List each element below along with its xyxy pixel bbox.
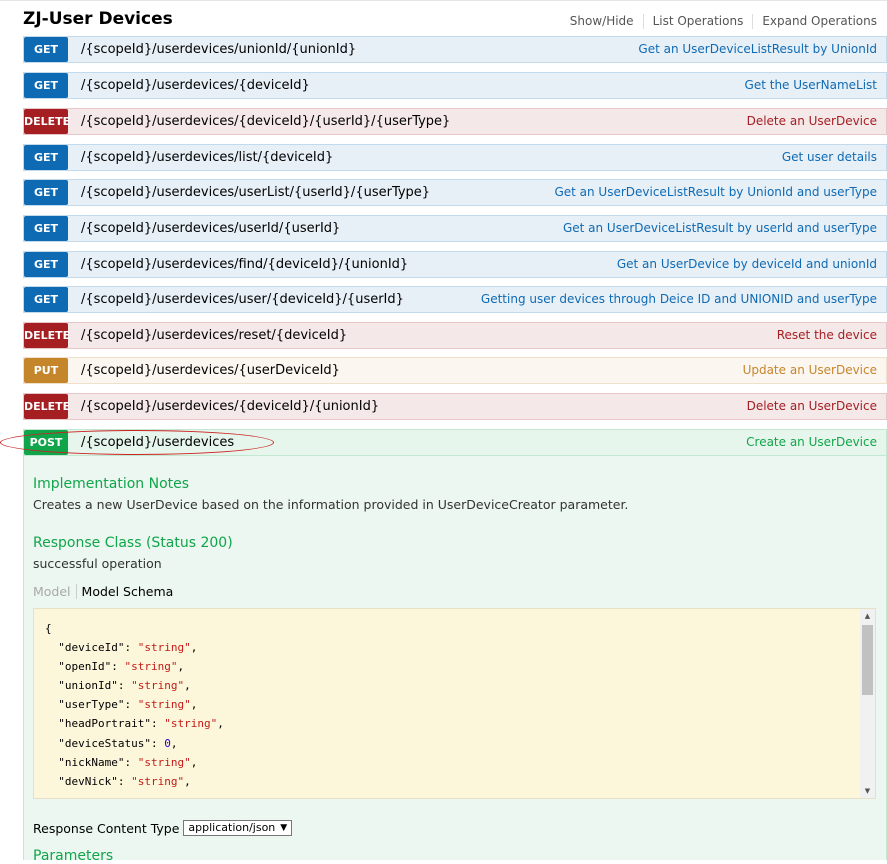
operation-row[interactable]: GET /{scopeId}/userdevices/userId/{userI… xyxy=(23,215,887,242)
scroll-thumb[interactable] xyxy=(862,625,873,695)
operation-path[interactable]: /{scopeId}/userdevices/user/{deviceId}/{… xyxy=(81,287,404,312)
response-content-type-select[interactable]: application/json ▼ xyxy=(183,820,293,836)
operation-path[interactable]: /{scopeId}/userdevices/{deviceId}/{union… xyxy=(81,394,379,419)
schema-line: "userType": "string", xyxy=(58,698,198,712)
operation-path[interactable]: /{scopeId}/userdevices/find/{deviceId}/{… xyxy=(81,252,408,277)
operation-details: Implementation Notes Creates a new UserD… xyxy=(23,456,887,864)
operation-row[interactable]: GET /{scopeId}/userdevices/list/{deviceI… xyxy=(23,144,887,171)
select-value: application/json xyxy=(188,821,276,834)
header-links: Show/Hide List Operations Expand Operati… xyxy=(570,14,877,29)
schema-line: { xyxy=(45,622,52,635)
operation-path[interactable]: /{scopeId}/userdevices/userList/{userId}… xyxy=(81,180,430,205)
method-badge[interactable]: POST xyxy=(24,430,68,455)
operation-summary[interactable]: Get an UserDeviceListResult by UnionId xyxy=(638,37,877,62)
method-badge[interactable]: GET xyxy=(24,180,68,205)
operation-row[interactable]: GET /{scopeId}/userdevices/user/{deviceI… xyxy=(23,286,887,313)
caret-down-icon: ▼ xyxy=(280,823,288,833)
implementation-notes-text: Creates a new UserDevice based on the in… xyxy=(33,497,629,512)
operation-row[interactable]: GET /{scopeId}/userdevices/unionId/{unio… xyxy=(23,36,887,63)
parameters-heading: Parameters xyxy=(33,848,114,864)
operation-path[interactable]: /{scopeId}/userdevices/userId/{userId} xyxy=(81,216,340,241)
operation-path[interactable]: /{scopeId}/userdevices/list/{deviceId} xyxy=(81,145,333,170)
operation-path[interactable]: /{scopeId}/userdevices/reset/{deviceId} xyxy=(81,323,347,348)
method-badge[interactable]: GET xyxy=(24,287,68,312)
method-badge[interactable]: GET xyxy=(24,73,68,98)
operation-path[interactable]: /{scopeId}/userdevices/{userDeviceId} xyxy=(81,358,340,383)
schema-line: "deviceStatus": 0, xyxy=(58,736,178,750)
method-badge[interactable]: DELETE xyxy=(24,394,70,419)
operation-row[interactable]: GET /{scopeId}/userdevices/userList/{use… xyxy=(23,179,887,206)
scroll-down-arrow-icon[interactable]: ▼ xyxy=(860,784,875,798)
tab-model[interactable]: Model xyxy=(33,584,77,599)
response-content-type-label: Response Content Type xyxy=(33,820,180,836)
schema-line: "deviceId": "string", xyxy=(58,641,198,655)
schema-line: "openId": "string", xyxy=(58,660,185,674)
method-badge[interactable]: DELETE xyxy=(24,109,70,134)
operation-summary[interactable]: Getting user devices through Deice ID an… xyxy=(481,287,877,312)
operation-summary[interactable]: Get the UserNameList xyxy=(745,73,877,98)
resource-title[interactable]: ZJ-User Devices xyxy=(23,9,173,29)
schema-line: "devNick": "string", xyxy=(58,774,191,788)
operation-path[interactable]: /{scopeId}/userdevices/{deviceId} xyxy=(81,73,310,98)
method-badge[interactable]: GET xyxy=(24,145,68,170)
show-hide-link[interactable]: Show/Hide xyxy=(570,14,643,29)
expand-operations-link[interactable]: Expand Operations xyxy=(752,14,877,29)
operation-row[interactable]: PUT /{scopeId}/userdevices/{userDeviceId… xyxy=(23,357,887,384)
implementation-notes-heading: Implementation Notes xyxy=(33,476,190,492)
method-badge[interactable]: GET xyxy=(24,37,68,62)
response-content-type: Response Content Type application/json ▼ xyxy=(33,820,293,836)
model-schema-box[interactable]: { "deviceId": "string", "openId": "strin… xyxy=(33,608,876,799)
resource-header: ZJ-User Devices Show/Hide List Operation… xyxy=(23,6,887,32)
operation-row[interactable]: GET /{scopeId}/userdevices/find/{deviceI… xyxy=(23,251,887,278)
method-badge[interactable]: GET xyxy=(24,216,68,241)
response-class-text: successful operation xyxy=(33,556,162,571)
tab-model-schema[interactable]: Model Schema xyxy=(77,584,174,599)
method-badge[interactable]: DELETE xyxy=(24,323,70,348)
method-badge[interactable]: GET xyxy=(24,252,68,277)
operation-path[interactable]: /{scopeId}/userdevices/unionId/{unionId} xyxy=(81,37,356,62)
operation-row[interactable]: GET /{scopeId}/userdevices/{deviceId} Ge… xyxy=(23,72,887,99)
operation-summary[interactable]: Get user details xyxy=(782,145,877,170)
operation-summary[interactable]: Delete an UserDevice xyxy=(747,109,877,134)
schema-line: "headPortrait": "string", xyxy=(58,717,224,731)
operation-summary[interactable]: Get an UserDevice by deviceId and unionI… xyxy=(617,252,877,277)
operation-row-post[interactable]: POST /{scopeId}/userdevices Create an Us… xyxy=(23,429,887,456)
operation-summary[interactable]: Delete an UserDevice xyxy=(747,394,877,419)
list-operations-link[interactable]: List Operations xyxy=(642,14,753,29)
response-class-heading: Response Class (Status 200) xyxy=(33,535,233,551)
top-divider xyxy=(0,0,887,4)
method-badge[interactable]: PUT xyxy=(24,358,68,383)
operation-summary[interactable]: Get an UserDeviceListResult by UnionId a… xyxy=(554,180,877,205)
schema-scrollbar[interactable]: ▲ ▼ xyxy=(860,609,875,798)
model-schema-code: { "deviceId": "string", "openId": "strin… xyxy=(45,619,224,791)
operation-row[interactable]: DELETE /{scopeId}/userdevices/{deviceId}… xyxy=(23,393,887,420)
scroll-up-arrow-icon[interactable]: ▲ xyxy=(860,609,875,623)
operation-summary[interactable]: Create an UserDevice xyxy=(746,430,877,455)
operation-row[interactable]: DELETE /{scopeId}/userdevices/{deviceId}… xyxy=(23,108,887,135)
operation-path[interactable]: /{scopeId}/userdevices/{deviceId}/{userI… xyxy=(81,109,450,134)
model-tabs: Model Model Schema xyxy=(33,584,173,599)
operation-summary[interactable]: Get an UserDeviceListResult by userId an… xyxy=(563,216,877,241)
operation-summary[interactable]: Update an UserDevice xyxy=(743,358,877,383)
operation-summary[interactable]: Reset the device xyxy=(777,323,877,348)
schema-line: "unionId": "string", xyxy=(58,679,191,693)
operation-row[interactable]: DELETE /{scopeId}/userdevices/reset/{dev… xyxy=(23,322,887,349)
operation-path[interactable]: /{scopeId}/userdevices xyxy=(81,430,234,455)
schema-line: "nickName": "string", xyxy=(58,755,198,769)
